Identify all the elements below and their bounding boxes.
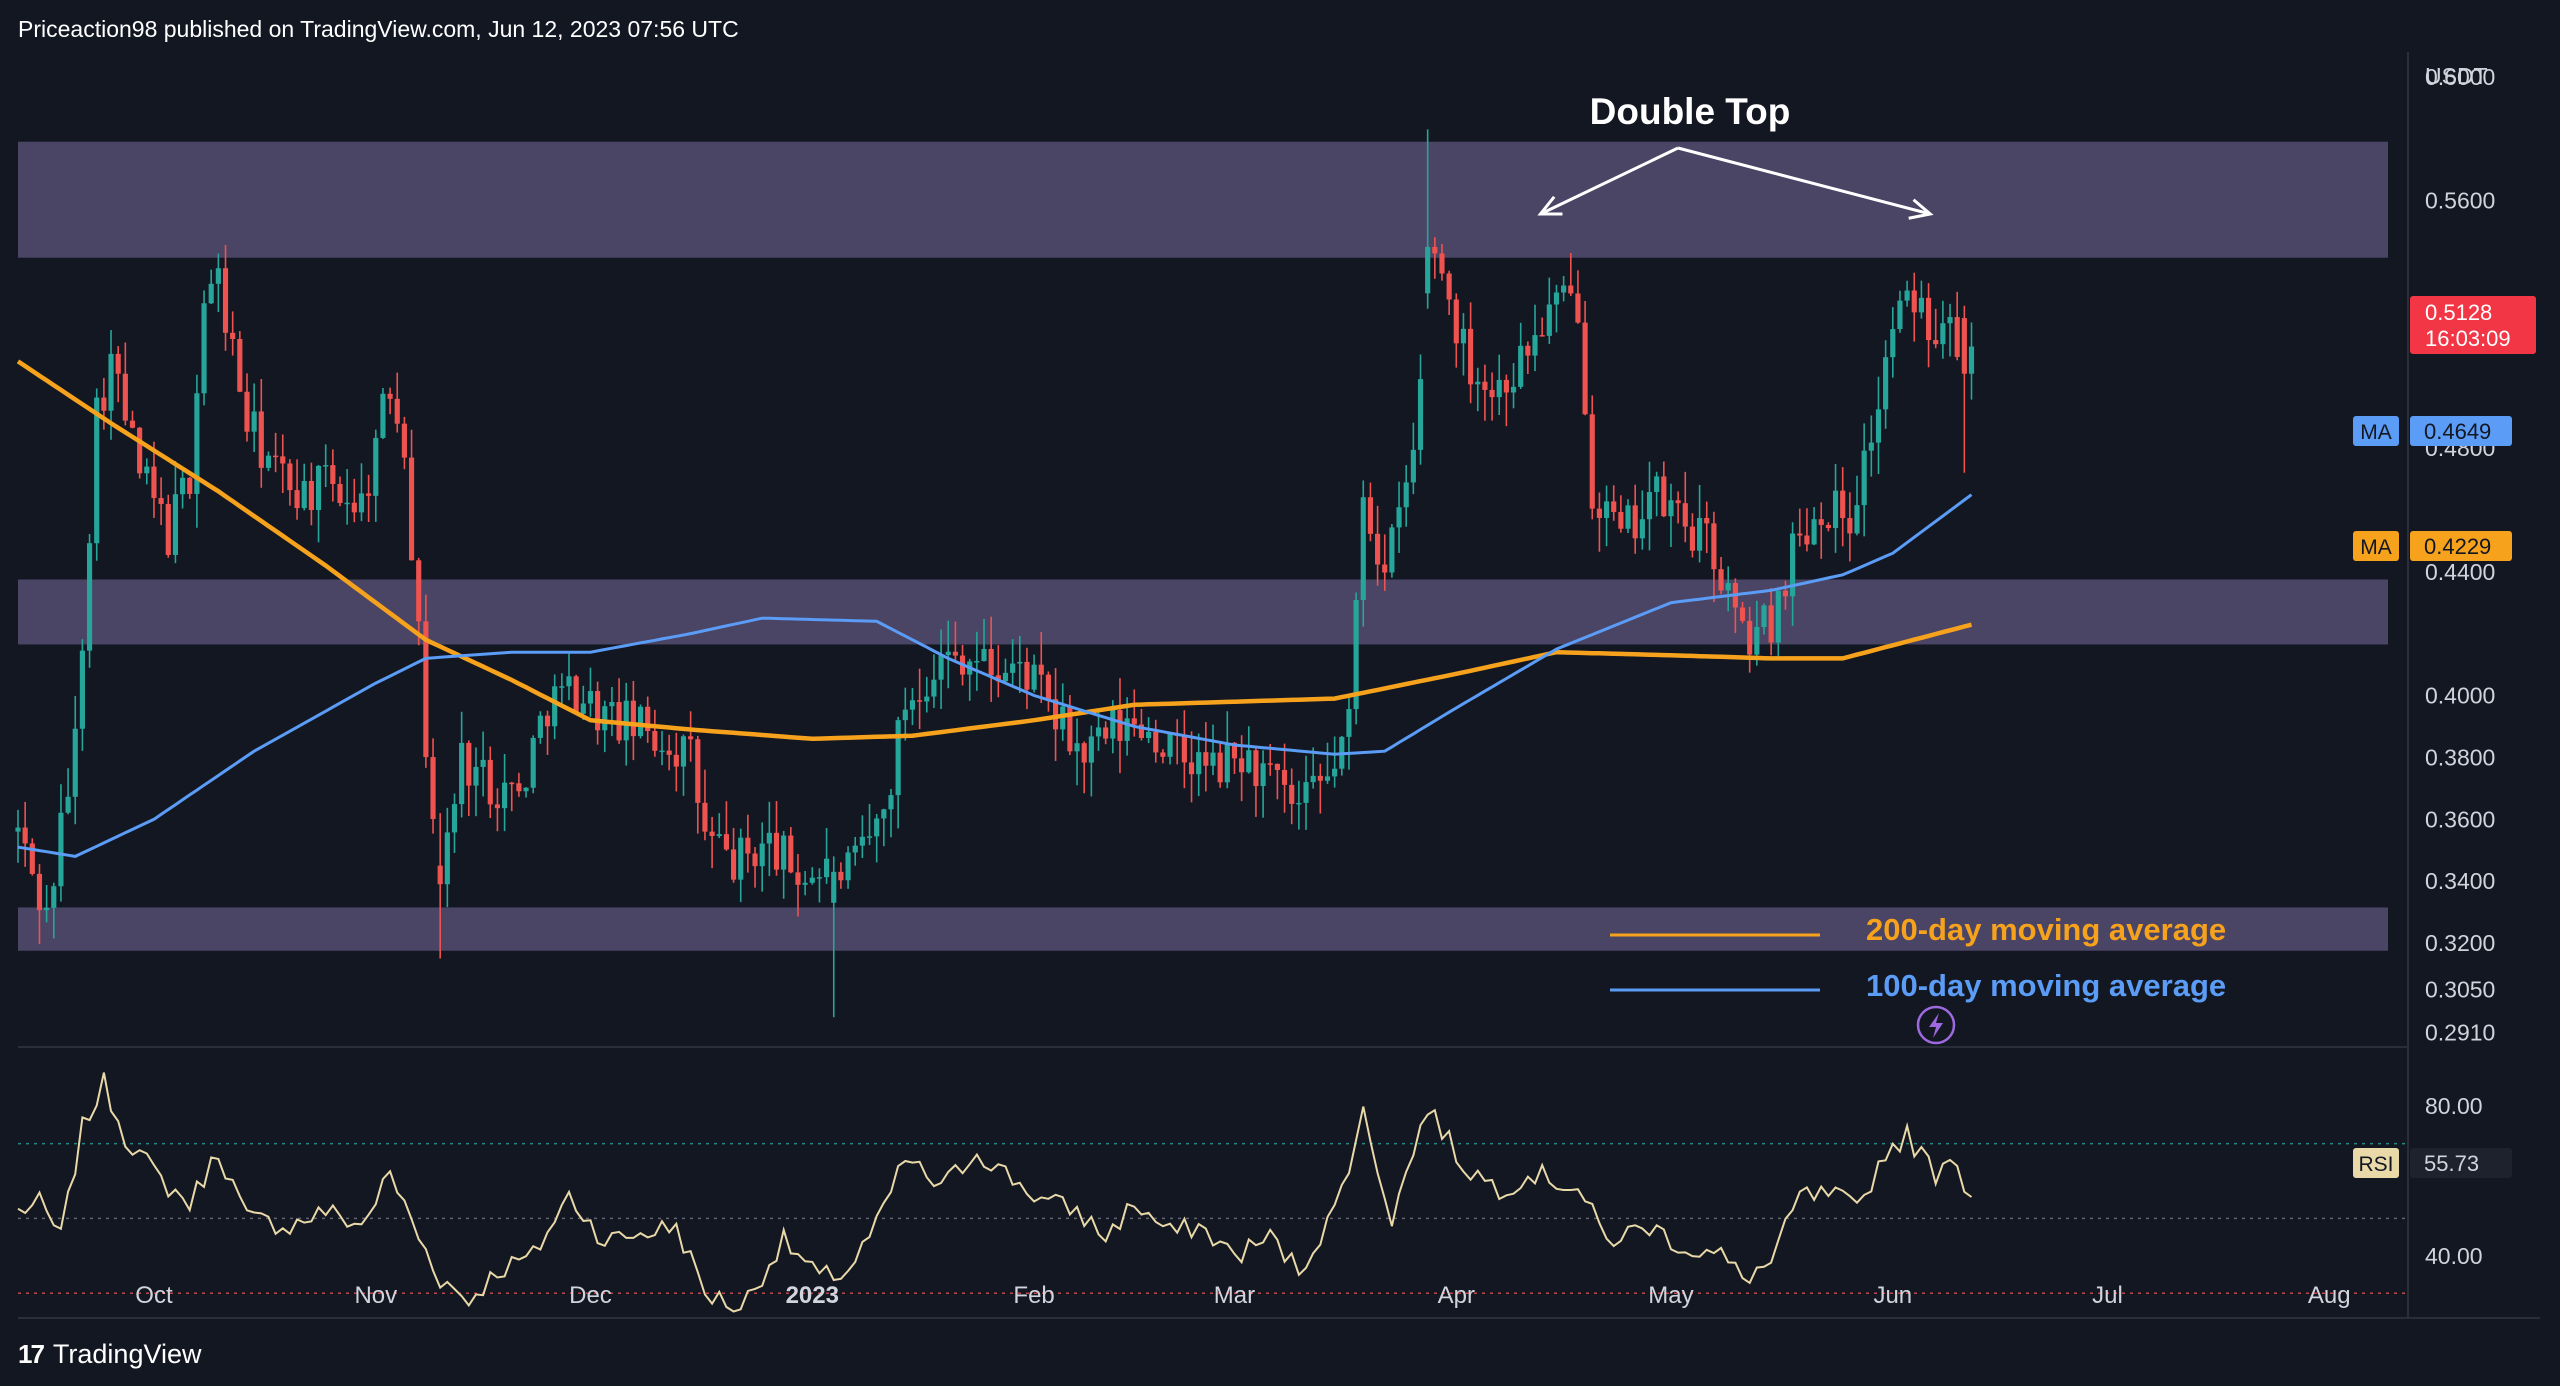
time-tick-label: May <box>1648 1282 1693 1309</box>
time-tick-label: Aug <box>2308 1282 2351 1309</box>
candle <box>380 387 386 439</box>
candle <box>637 704 644 739</box>
rsi-badge-value: 55.73 <box>2424 1151 2479 1176</box>
time-tick-label: Jul <box>2092 1282 2123 1309</box>
rsi-series-line <box>17 1072 1973 1313</box>
candle <box>1353 592 1359 725</box>
price-tick-label: 0.3050 <box>2425 976 2495 1002</box>
price-chart[interactable]: USDT 0.60000.56000.52000.48000.44000.400… <box>0 0 2560 1386</box>
price-tick-label: 0.3200 <box>2425 930 2495 956</box>
rsi-tick-label: 40.00 <box>2425 1243 2483 1269</box>
double-top-label: Double Top <box>1590 91 1791 132</box>
time-tick-label: Jun <box>1873 1282 1912 1309</box>
candle <box>165 494 171 558</box>
ma200-badge-value: 0.4229 <box>2424 534 2491 559</box>
candle <box>1389 523 1395 578</box>
price-tick-label: 0.3600 <box>2425 806 2495 832</box>
last-price-badge: 0.5128 16:03:09 <box>2410 296 2536 354</box>
last-price-countdown: 16:03:09 <box>2425 326 2511 351</box>
legend-ma200-label: 200-day moving average <box>1866 912 2226 947</box>
rsi-badge: RSI 55.73 <box>2353 1148 2512 1178</box>
time-tick-label: Mar <box>1214 1282 1255 1309</box>
candle <box>530 735 536 794</box>
ma100-badge-value: 0.4649 <box>2424 419 2491 444</box>
price-tick-label: 0.3400 <box>2425 868 2495 894</box>
tradingview-chart-frame: Priceaction98 published on TradingView.c… <box>0 0 2560 1386</box>
candle <box>237 331 243 393</box>
ma200-badge-label: MA <box>2360 536 2392 559</box>
time-tick-label: Feb <box>1013 1282 1054 1309</box>
resistance-support-zone-2 <box>18 579 2388 645</box>
price-tick-label: 0.3800 <box>2425 744 2495 770</box>
price-tick-label: 0.5600 <box>2425 188 2495 214</box>
last-price-value: 0.5128 <box>2425 300 2492 325</box>
rsi-tick-label: 80.00 <box>2425 1093 2483 1119</box>
time-tick-label: Oct <box>135 1282 173 1309</box>
time-tick-label: Dec <box>569 1282 612 1309</box>
candle <box>29 838 35 876</box>
rsi-badge-label: RSI <box>2358 1153 2393 1176</box>
time-tick-label: Nov <box>354 1282 397 1309</box>
ma100-badge: MA 0.4649 <box>2353 416 2512 446</box>
price-tick-label: 0.6000 <box>2425 64 2495 90</box>
tradingview-brand[interactable]: 17 TradingView <box>18 1336 202 1372</box>
legend-ma100-label: 100-day moving average <box>1866 968 2226 1003</box>
ma200-badge: MA 0.4229 <box>2353 531 2512 561</box>
candle <box>573 674 579 716</box>
tradingview-wordmark: TradingView <box>52 1338 202 1369</box>
candle <box>86 534 93 668</box>
time-tick-label: Apr <box>1438 1282 1475 1309</box>
ma100-badge-label: MA <box>2360 421 2392 444</box>
candle <box>201 290 207 406</box>
resistance-support-zone-1 <box>18 141 2388 258</box>
price-tick-label: 0.4000 <box>2425 683 2495 709</box>
price-tick-label: 0.4400 <box>2425 559 2495 585</box>
time-tick-label: 2023 <box>786 1282 839 1309</box>
candle <box>137 426 143 479</box>
tradingview-logo-icon: 17 <box>18 1338 45 1369</box>
price-tick-label: 0.2910 <box>2425 1020 2495 1046</box>
